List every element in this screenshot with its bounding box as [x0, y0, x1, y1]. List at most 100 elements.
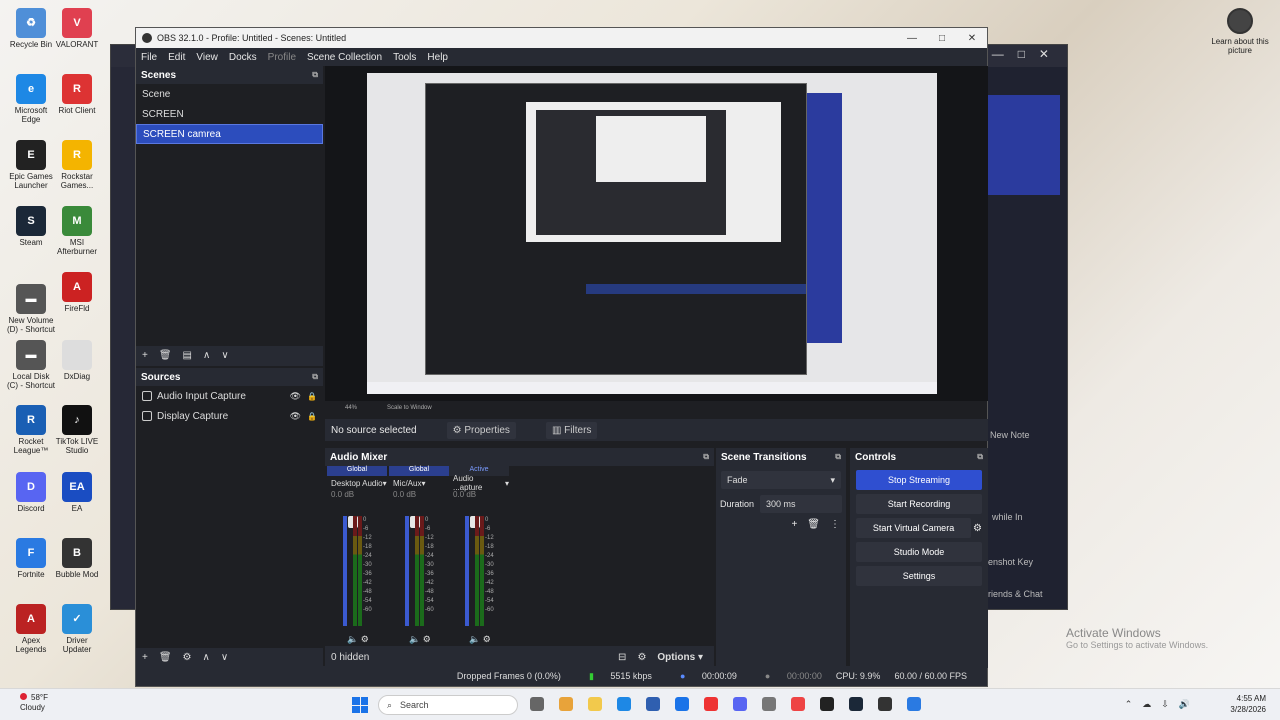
channel-name[interactable]: Mic/Aux ▾ [389, 476, 449, 490]
channel-settings-icon[interactable]: ⚙ [423, 634, 431, 644]
friends-chat-label[interactable]: riends & Chat [988, 589, 1043, 599]
menu-item[interactable]: Docks [229, 52, 257, 63]
menu-item[interactable]: File [141, 52, 157, 63]
weather-widget[interactable]: 58°F Cloudy [20, 693, 48, 713]
start-recording-button[interactable]: Start Recording [856, 494, 982, 514]
taskbar-app-icon[interactable] [559, 697, 573, 711]
scene-filter-icon[interactable]: ▤ [183, 350, 192, 361]
new-note-label[interactable]: New Note [990, 430, 1030, 440]
mixer-settings-icon[interactable]: ⚙ [637, 652, 646, 663]
close-button[interactable]: ✕ [957, 33, 987, 44]
desktop-icon[interactable]: A FireFld [52, 272, 102, 313]
taskbar-app-icon[interactable] [675, 697, 689, 711]
desktop-icon[interactable]: V VALORANT [52, 8, 102, 49]
desktop-icon[interactable]: ▬ Local Disk (C) - Shortcut [6, 340, 56, 390]
source-item[interactable]: Audio Input Capture 👁 🔒 [136, 386, 323, 406]
add-scene-button[interactable]: + [142, 350, 148, 361]
menu-item[interactable]: Tools [393, 52, 416, 63]
mixer-options-button[interactable]: Options ▾ [657, 652, 703, 663]
taskbar-app-icon[interactable] [878, 697, 892, 711]
zoom-value[interactable]: 44% [345, 405, 357, 411]
hidden-count[interactable]: 0 hidden [331, 652, 369, 663]
desktop-icon[interactable]: E Epic Games Launcher [6, 140, 56, 190]
desktop-icon[interactable]: A Apex Legends [6, 604, 56, 654]
transition-menu-icon[interactable]: ⋮ [830, 519, 840, 530]
desktop-icon[interactable]: B Bubble Mod [52, 538, 102, 579]
scene-item[interactable]: SCREEN camrea [136, 124, 323, 144]
source-settings-icon[interactable]: ⚙ [183, 652, 192, 663]
taskbar-app-icon[interactable] [791, 697, 805, 711]
volume-fader[interactable] [343, 516, 358, 626]
desktop-icon[interactable]: R Rocket League™ [6, 405, 56, 455]
clock[interactable]: 4:55 AM 3/28/2026 [1230, 693, 1266, 715]
visibility-eye-icon[interactable]: 👁 [290, 391, 301, 402]
chevron-down-icon[interactable]: ▾ [505, 479, 509, 488]
desktop-icon[interactable]: S Steam [6, 206, 56, 247]
scene-item[interactable]: Scene [136, 84, 323, 104]
move-up-icon[interactable]: ∧ [203, 350, 210, 361]
obs-window[interactable]: OBS 32.1.0 - Profile: Untitled - Scenes:… [135, 27, 988, 687]
menu-item[interactable]: Edit [168, 52, 185, 63]
learn-about-picture[interactable]: Learn about this picture [1208, 8, 1272, 55]
preview-zoom-bar[interactable]: 44% Scale to Window [325, 401, 988, 415]
channel-settings-icon[interactable]: ⚙ [483, 634, 491, 644]
desktop-icon[interactable]: R Riot Client [52, 74, 102, 115]
source-up-icon[interactable]: ∧ [203, 652, 210, 663]
lock-icon[interactable]: 🔒 [307, 392, 317, 401]
taskbar-app-icon[interactable] [530, 697, 544, 711]
remove-source-button[interactable]: 🗑 [159, 652, 172, 663]
taskbar-app-icon[interactable] [733, 697, 747, 711]
scene-item[interactable]: SCREEN [136, 104, 323, 124]
visibility-eye-icon[interactable]: 👁 [290, 411, 301, 422]
settings-button[interactable]: Settings [856, 566, 982, 586]
speaker-icon[interactable]: 🔈 [469, 634, 483, 644]
menu-item[interactable]: Scene Collection [307, 52, 382, 63]
duration-input[interactable]: 300 ms [760, 495, 842, 513]
speaker-icon[interactable]: 🔈 [409, 634, 423, 644]
menu-item[interactable]: Profile [268, 52, 296, 63]
preview-area[interactable] [325, 66, 988, 401]
desktop-icon[interactable]: ♪ TikTok LIVE Studio [52, 405, 102, 455]
taskbar-app-icon[interactable] [704, 697, 718, 711]
speaker-icon[interactable]: 🔈 [347, 634, 361, 644]
taskbar-app-icon[interactable] [588, 697, 602, 711]
taskbar-app-icon[interactable] [820, 697, 834, 711]
preview-canvas[interactable] [367, 73, 937, 394]
studio-mode-button[interactable]: Studio Mode [856, 542, 982, 562]
channel-settings-icon[interactable]: ⚙ [361, 634, 369, 644]
menu-item[interactable]: Help [427, 52, 448, 63]
taskbar-app-icon[interactable] [907, 697, 921, 711]
desktop-icon[interactable]: EA EA [52, 472, 102, 513]
desktop-icon[interactable]: M MSI Afterburner [52, 206, 102, 256]
source-item[interactable]: Display Capture 👁 🔒 [136, 406, 323, 426]
stop-streaming-button[interactable]: Stop Streaming [856, 470, 982, 490]
add-transition-button[interactable]: + [791, 519, 797, 530]
filters-button[interactable]: ▥ Filters [545, 421, 598, 439]
desktop-icon[interactable]: e Microsoft Edge [6, 74, 56, 124]
taskbar-app-icon[interactable] [646, 697, 660, 711]
taskbar-app-icon[interactable] [849, 697, 863, 711]
obs-titlebar[interactable]: OBS 32.1.0 - Profile: Untitled - Scenes:… [136, 28, 987, 48]
mixer-layout-icon[interactable]: ⊟ [618, 652, 626, 663]
source-down-icon[interactable]: ∨ [221, 652, 228, 663]
channel-name[interactable]: Desktop Audio ▾ [327, 476, 387, 490]
desktop-icon[interactable]: ✓ Driver Updater [52, 604, 102, 654]
properties-button[interactable]: ⚙ Properties [446, 421, 516, 439]
start-button[interactable] [352, 697, 368, 713]
lock-icon[interactable]: 🔒 [307, 412, 317, 421]
minimize-button[interactable]: — [897, 33, 927, 44]
taskbar-search[interactable]: ⌕ Search [378, 695, 518, 715]
volume-fader[interactable] [405, 516, 420, 626]
desktop-icon[interactable]: F Fortnite [6, 538, 56, 579]
maximize-button[interactable]: □ [927, 33, 957, 44]
desktop-icon[interactable]: ▬ New Volume (D) - Shortcut [6, 284, 56, 334]
remove-scene-button[interactable]: 🗑 [159, 350, 172, 361]
move-down-icon[interactable]: ∨ [221, 350, 228, 361]
add-source-button[interactable]: + [142, 652, 148, 663]
desktop-icon[interactable]: R Rockstar Games... [52, 140, 102, 190]
chevron-down-icon[interactable]: ▾ [421, 479, 425, 488]
system-tray-icons[interactable]: ⌃☁⇩🔊 [1125, 699, 1200, 710]
start-virtual-camera-button[interactable]: Start Virtual Camera [856, 518, 972, 538]
menu-item[interactable]: View [196, 52, 218, 63]
channel-name[interactable]: Audio ...apture ▾ [449, 474, 509, 492]
